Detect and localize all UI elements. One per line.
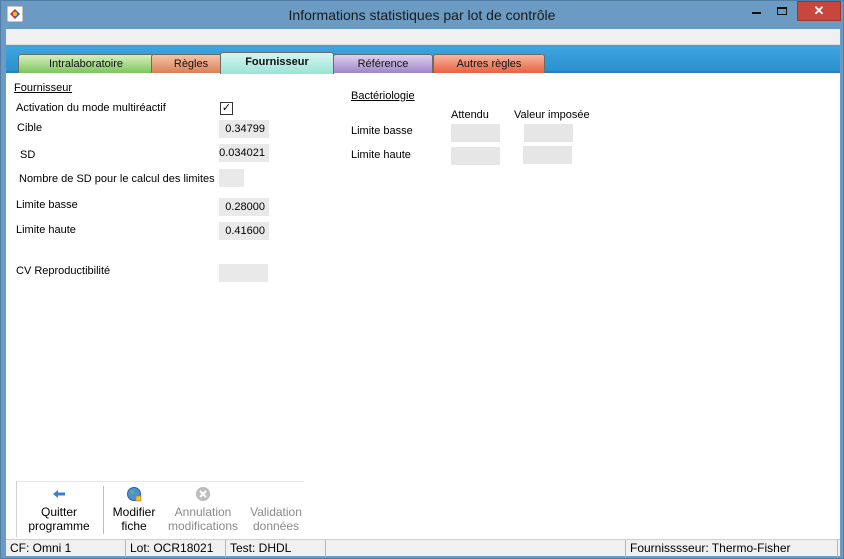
maximize-icon xyxy=(777,6,787,15)
validate-label-line2: données xyxy=(252,519,300,533)
fournisseur-section-title: Fournisseur xyxy=(14,82,73,94)
bacteriologie-section-title: Bactériologie xyxy=(351,90,415,102)
limite-haute-field[interactable]: 0.41600 xyxy=(219,222,269,240)
maximize-button[interactable] xyxy=(769,1,795,21)
bact-limite-haute-attendu[interactable] xyxy=(451,147,500,165)
nb-sd-field[interactable] xyxy=(219,169,244,187)
validate-icon xyxy=(268,486,284,502)
tab-strip: Intralaboratoire Règles Référence Autres… xyxy=(6,45,840,74)
validate-label-line1: Validation xyxy=(250,505,302,519)
sd-field[interactable]: 0.034021 xyxy=(219,144,269,162)
title-bar[interactable]: Informations statistiques par lot de con… xyxy=(1,1,843,29)
activation-label: Activation du mode multiréactif xyxy=(16,102,166,114)
bact-limite-haute-label: Limite haute xyxy=(351,149,411,161)
limite-basse-field[interactable]: 0.28000 xyxy=(219,198,269,216)
tab-autres-regles[interactable]: Autres règles xyxy=(433,54,545,73)
bact-limite-basse-attendu[interactable] xyxy=(451,124,500,142)
client-area: Intralaboratoire Règles Référence Autres… xyxy=(6,29,840,557)
status-cf: CF: Omni 1 xyxy=(6,540,126,557)
tab-intralaboratoire[interactable]: Intralaboratoire xyxy=(18,54,154,73)
bottom-toolbar: Quitter programme Modifier fiche Annulat… xyxy=(16,481,304,537)
window-title: Informations statistiques par lot de con… xyxy=(288,7,556,23)
quit-label-line2: programme xyxy=(28,519,90,533)
cv-field[interactable] xyxy=(219,264,268,282)
globe-edit-icon xyxy=(127,487,142,502)
cible-label: Cible xyxy=(17,122,43,134)
status-spacer xyxy=(326,540,626,557)
arrow-left-icon xyxy=(53,490,65,498)
modify-label-line2: fiche xyxy=(121,519,147,533)
limite-basse-label: Limite basse xyxy=(16,199,78,211)
limite-haute-label: Limite haute xyxy=(16,224,76,236)
cancel-label-line1: Annulation xyxy=(174,505,232,519)
menu-strip xyxy=(6,29,840,45)
status-bar: CF: Omni 1 Lot: OCR18021 Test: DHDL Four… xyxy=(6,539,840,557)
status-lot: Lot: OCR18021 xyxy=(126,540,226,557)
cancel-label-line2: modifications xyxy=(167,519,239,533)
modify-button[interactable]: Modifier fiche xyxy=(105,482,163,538)
close-button[interactable]: ✕ xyxy=(797,1,841,21)
checkmark-icon: ✓ xyxy=(221,102,232,114)
bact-limite-basse-label: Limite basse xyxy=(351,125,413,137)
status-test: Test: DHDL xyxy=(226,540,326,557)
cible-field[interactable]: 0.34799 xyxy=(219,120,269,138)
validate-data-button[interactable]: Validation données xyxy=(243,482,309,538)
modify-label-line1: Modifier xyxy=(112,505,156,519)
cancel-icon xyxy=(196,487,210,501)
tab-reference[interactable]: Référence xyxy=(333,54,433,73)
sd-label: SD xyxy=(20,149,36,161)
cv-label: CV Reproductibilité xyxy=(16,265,111,277)
minimize-icon xyxy=(751,11,761,14)
cancel-modifications-button[interactable]: Annulation modifications xyxy=(163,482,243,538)
toolbar-separator xyxy=(103,486,104,534)
minimize-button[interactable] xyxy=(743,1,769,21)
bact-limite-basse-imposee[interactable] xyxy=(524,124,573,142)
nb-sd-label: Nombre de SD pour le calcul des limites xyxy=(19,173,215,185)
quit-label-line1: Quitter xyxy=(40,505,77,519)
status-fournisseur: Fournisssseur: Thermo-Fisher xyxy=(626,540,838,557)
bact-limite-haute-imposee[interactable] xyxy=(523,146,572,164)
tab-regles[interactable]: Règles xyxy=(151,54,231,73)
quit-button[interactable]: Quitter programme xyxy=(17,482,101,538)
col-valeur-imposee: Valeur imposée xyxy=(514,109,590,121)
close-icon: ✕ xyxy=(813,3,825,18)
activation-checkbox[interactable]: ✓ xyxy=(220,102,233,115)
col-attendu: Attendu xyxy=(451,109,489,121)
main-window: Informations statistiques par lot de con… xyxy=(0,0,844,559)
tab-fournisseur[interactable]: Fournisseur xyxy=(220,52,334,74)
